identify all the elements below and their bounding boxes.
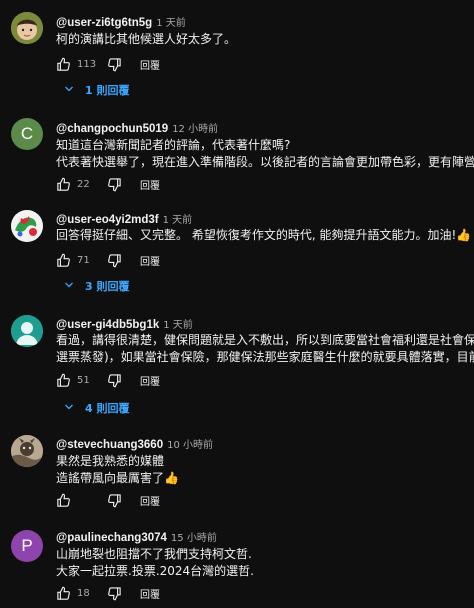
thumbs-down-icon bbox=[107, 493, 122, 508]
thumbs-down-icon bbox=[107, 373, 122, 388]
comment-header: @user-gi4db5bg1k 1 天前 bbox=[56, 316, 193, 331]
avatar[interactable] bbox=[11, 12, 43, 44]
comment-text: 回答得挺仔細、又完整。 希望恢復考作文的時代, 能夠提升語文能力。加油!👍 bbox=[56, 227, 474, 244]
like-button[interactable] bbox=[56, 253, 71, 268]
comment-header: @changpochun5019 12 小時前 bbox=[56, 120, 218, 135]
comment-author[interactable]: @changpochun5019 bbox=[56, 123, 168, 135]
reply-button[interactable]: 回覆 bbox=[140, 253, 160, 268]
comment-actions: 18 回覆 bbox=[56, 584, 160, 602]
avatar-letter: C bbox=[20, 124, 34, 143]
dislike-button[interactable] bbox=[107, 493, 122, 508]
comment-author[interactable]: @stevechuang3660 bbox=[56, 439, 163, 451]
comment-text-line: 造謠帶風向最厲害了👍 bbox=[56, 471, 179, 485]
comment-actions: 22 回覆 bbox=[56, 175, 160, 193]
comment-actions: 51 回覆 bbox=[56, 371, 160, 389]
comment-text-line: 代表著快選舉了，現在進入準備階段。以後記者的言論會更加帶色彩，更有陣營意識 bbox=[56, 155, 474, 169]
comment-actions: 回覆 bbox=[56, 491, 160, 509]
thumbs-up-icon bbox=[56, 57, 71, 72]
thumbs-down-icon bbox=[107, 253, 122, 268]
comment-text-line: 果然是我熟悉的媒體 bbox=[56, 454, 165, 468]
comment-actions: 71 回覆 bbox=[56, 251, 160, 269]
comment-time[interactable]: 1 天前 bbox=[163, 320, 193, 331]
dislike-button[interactable] bbox=[107, 586, 122, 601]
dislike-button[interactable] bbox=[107, 253, 122, 268]
avatar[interactable] bbox=[11, 435, 43, 467]
comment-text-line: 大家一起拉票.投票.2024台灣的選哲. bbox=[56, 564, 254, 578]
view-replies-button[interactable]: 4 則回覆 bbox=[56, 398, 129, 418]
comment-text: 果然是我熟悉的媒體 造謠帶風向最厲害了👍 bbox=[56, 453, 474, 487]
comment-text-line: 選票蒸發)，如果當社會保險，那健保法那些家庭醫生什麼的就要具體落實，目前法令 bbox=[56, 350, 474, 364]
comment-header: @paulinechang3074 15 小時前 bbox=[56, 529, 217, 544]
replies-count-label: 1 則回覆 bbox=[85, 84, 130, 97]
like-count: 18 bbox=[77, 587, 90, 599]
thumbs-up-icon bbox=[56, 177, 71, 192]
like-count: 113 bbox=[77, 58, 97, 70]
comment-text: 山崩地裂也阻擋不了我們支持柯文哲. 大家一起拉票.投票.2024台灣的選哲. bbox=[56, 546, 474, 580]
thumbs-up-icon bbox=[56, 493, 71, 508]
dislike-button[interactable] bbox=[107, 177, 122, 192]
chevron-down-icon bbox=[56, 83, 85, 98]
comment-header: @stevechuang3660 10 小時前 bbox=[56, 436, 213, 451]
thumbs-up-icon bbox=[56, 586, 71, 601]
comment-header: @user-zi6tg6tn5g 1 天前 bbox=[56, 14, 186, 29]
comment-text-line: 柯的演講比其他候選人好太多了。 bbox=[56, 32, 237, 46]
comment-text: 柯的演講比其他候選人好太多了。 bbox=[56, 31, 474, 48]
like-count: 22 bbox=[77, 178, 90, 190]
comment-time[interactable]: 12 小時前 bbox=[172, 124, 218, 135]
avatar[interactable] bbox=[11, 315, 43, 347]
comment-author[interactable]: @user-eo4yi2md3f bbox=[56, 214, 159, 226]
avatar[interactable]: C bbox=[11, 118, 43, 150]
replies-count-label: 3 則回覆 bbox=[85, 280, 130, 293]
comment-author[interactable]: @user-gi4db5bg1k bbox=[56, 319, 159, 331]
reply-button[interactable]: 回覆 bbox=[140, 586, 160, 601]
dislike-button[interactable] bbox=[107, 57, 122, 72]
like-button[interactable] bbox=[56, 586, 71, 601]
comment-time[interactable]: 1 天前 bbox=[163, 215, 193, 226]
comment-text-line: 回答得挺仔細、又完整。 希望恢復考作文的時代, 能夠提升語文能力。加油!👍 bbox=[56, 228, 472, 242]
reply-button[interactable]: 回覆 bbox=[140, 493, 160, 508]
comment-author[interactable]: @paulinechang3074 bbox=[56, 532, 167, 544]
avatar[interactable]: P bbox=[11, 530, 43, 562]
thumbs-down-icon bbox=[107, 57, 122, 72]
replies-count-label: 4 則回覆 bbox=[85, 402, 130, 415]
thumbs-down-icon bbox=[107, 177, 122, 192]
avatar[interactable] bbox=[11, 210, 43, 242]
like-count: 51 bbox=[77, 374, 90, 386]
chevron-down-icon bbox=[56, 401, 85, 416]
reply-button[interactable]: 回覆 bbox=[140, 373, 160, 388]
comment-header: @user-eo4yi2md3f 1 天前 bbox=[56, 211, 192, 226]
view-replies-button[interactable]: 3 則回覆 bbox=[56, 276, 129, 296]
comment-text-line: 看過，講得很清楚，健保問題就是入不敷出，所以到底要當社會福利還是社會保險， bbox=[56, 333, 474, 347]
avatar-letter: P bbox=[21, 536, 33, 555]
comment-time[interactable]: 15 小時前 bbox=[171, 533, 217, 544]
reply-button[interactable]: 回覆 bbox=[140, 177, 160, 192]
like-button[interactable] bbox=[56, 373, 71, 388]
view-replies-button[interactable]: 1 則回覆 bbox=[56, 80, 129, 100]
thumbs-down-icon bbox=[107, 586, 122, 601]
dislike-button[interactable] bbox=[107, 373, 122, 388]
reply-button[interactable]: 回覆 bbox=[140, 57, 160, 72]
like-button[interactable] bbox=[56, 493, 71, 508]
like-count: 71 bbox=[77, 254, 90, 266]
comment-text-line: 知道這台灣新聞記者的評論，代表著什麼嗎? bbox=[56, 138, 291, 152]
thumbs-up-icon bbox=[56, 373, 71, 388]
comment-text: 知道這台灣新聞記者的評論，代表著什麼嗎? 代表著快選舉了，現在進入準備階段。以後記… bbox=[56, 137, 474, 171]
comment-actions: 113 回覆 bbox=[56, 55, 160, 73]
comment-text-line: 山崩地裂也阻擋不了我們支持柯文哲. bbox=[56, 547, 252, 561]
thumbs-up-icon bbox=[56, 253, 71, 268]
comment-time[interactable]: 1 天前 bbox=[156, 18, 186, 29]
comment-author[interactable]: @user-zi6tg6tn5g bbox=[56, 17, 152, 29]
like-button[interactable] bbox=[56, 177, 71, 192]
like-button[interactable] bbox=[56, 57, 71, 72]
comment-text: 看過，講得很清楚，健保問題就是入不敷出，所以到底要當社會福利還是社會保險， 選票蒸… bbox=[56, 332, 474, 366]
chevron-down-icon bbox=[56, 279, 85, 294]
comment-time[interactable]: 10 小時前 bbox=[167, 440, 213, 451]
